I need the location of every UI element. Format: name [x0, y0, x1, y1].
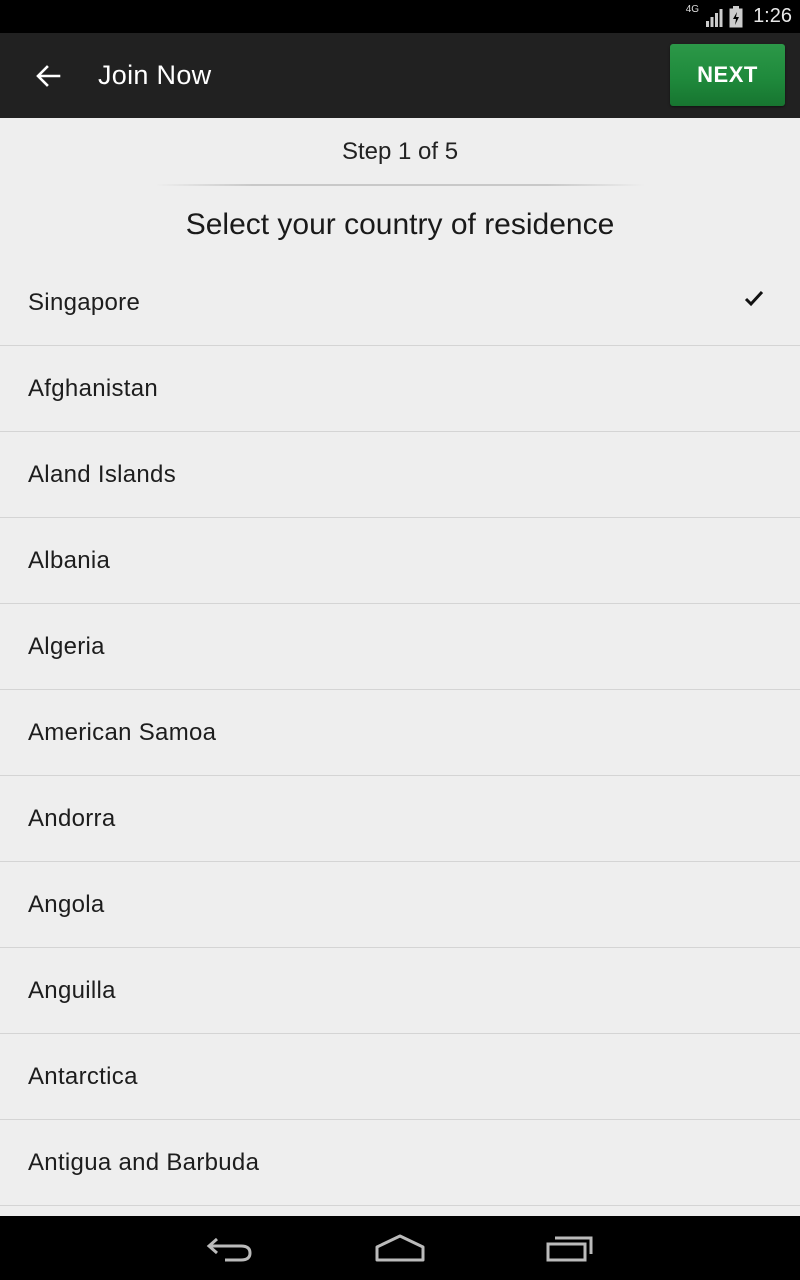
country-item-anguilla[interactable]: Anguilla — [0, 948, 800, 1034]
step-indicator: Step 1 of 5 — [341, 138, 459, 165]
country-item-antarctica[interactable]: Antarctica — [0, 1034, 800, 1120]
country-label: Antigua and Barbuda — [28, 1148, 260, 1176]
country-item-andorra[interactable]: Andorra — [0, 776, 800, 862]
system-nav-bar — [0, 1216, 800, 1280]
country-label: Aland Islands — [28, 460, 176, 488]
signal-icon — [705, 7, 723, 27]
status-icons: 4G 1:26 — [686, 0, 792, 33]
country-label: Angola — [28, 890, 105, 918]
nav-recents-button[interactable] — [530, 1224, 610, 1272]
country-label: Afghanistan — [28, 374, 159, 402]
nav-back-button[interactable] — [190, 1224, 270, 1272]
country-item-afghanistan[interactable]: Afghanistan — [0, 346, 800, 432]
next-button[interactable]: NEXT — [670, 44, 785, 106]
battery-charging-icon — [729, 5, 743, 28]
country-item-singapore[interactable]: Singapore — [0, 260, 800, 346]
recent-apps-icon — [546, 1236, 593, 1262]
arrow-left-icon — [36, 65, 61, 87]
country-label: Antarctica — [28, 1062, 138, 1090]
back-icon — [206, 1237, 252, 1262]
country-label: Anguilla — [28, 976, 116, 1004]
status-bar: 4G 1:26 — [0, 0, 800, 33]
action-bar: Join Now NEXT — [0, 33, 800, 118]
country-item-american-samoa[interactable]: American Samoa — [0, 690, 800, 776]
back-button[interactable] — [22, 51, 74, 101]
home-icon — [375, 1234, 425, 1262]
country-item-albania[interactable]: Albania — [0, 518, 800, 604]
divider — [155, 184, 645, 186]
page-title: Join Now — [98, 60, 212, 90]
network-type: 4G — [685, 4, 700, 15]
country-item-angola[interactable]: Angola — [0, 862, 800, 948]
country-list: Singapore Afghanistan Aland Islands Alba… — [0, 260, 800, 1206]
country-label: Andorra — [28, 804, 116, 832]
nav-home-button[interactable] — [360, 1224, 440, 1272]
country-label: Algeria — [28, 632, 105, 660]
checkmark-icon — [744, 290, 764, 313]
country-item-algeria[interactable]: Algeria — [0, 604, 800, 690]
country-item-antigua-and-barbuda[interactable]: Antigua and Barbuda — [0, 1120, 800, 1206]
country-label: Singapore — [28, 288, 141, 316]
country-label: Albania — [28, 546, 111, 574]
country-item-aland-islands[interactable]: Aland Islands — [0, 432, 800, 518]
status-time: 1:26 — [753, 5, 792, 27]
country-label: American Samoa — [28, 718, 217, 746]
country-prompt: Select your country of residence — [185, 208, 615, 241]
